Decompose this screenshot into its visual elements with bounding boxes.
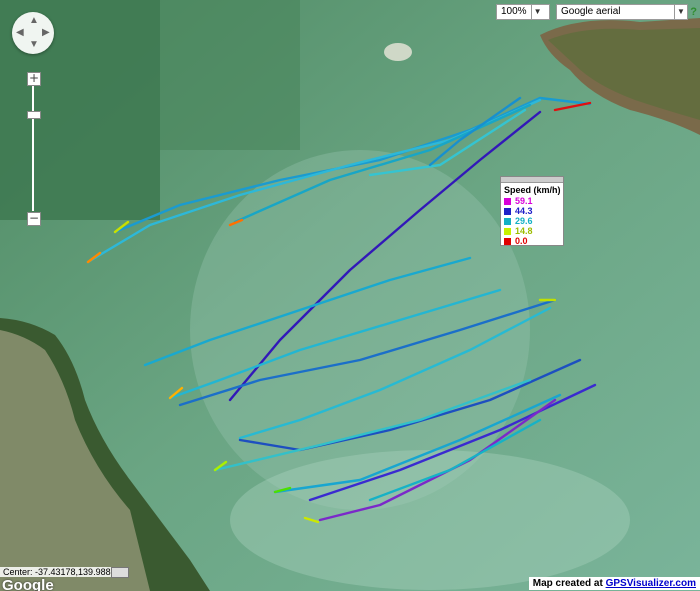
shoal-area [160,0,300,150]
legend-entry: 44.3 [501,206,563,216]
aerial-imagery [0,0,700,591]
zoom-out-icon[interactable]: − [27,212,41,226]
chevron-down-icon[interactable]: ▼ [530,5,544,19]
legend-entry: 29.6 [501,216,563,226]
legend-label: 29.6 [515,216,533,226]
map-center-coordinates: Center: -37.43178,139.98896 [0,567,124,577]
legend-swatch [504,227,511,235]
speed-legend: Speed (km/h) 59.1 44.3 29.6 14.8 0.0 [500,176,564,246]
legend-label: 59.1 [515,196,533,206]
legend-swatch [504,207,511,215]
legend-entry: 14.8 [501,226,563,236]
map-top-controls: 100% ▼ Google aerial ▼ [496,4,688,20]
help-icon[interactable]: ? [690,6,697,18]
chevron-down-icon[interactable]: ▼ [674,5,687,19]
legend-swatch [504,217,511,225]
shallow-water [230,450,630,590]
map-canvas[interactable]: ▲ ▼ ◀ ▶ + − 100% ▼ Google aerial ▼ ? Spe… [0,0,700,591]
legend-entry: 59.1 [501,196,563,206]
zoom-level-value: 100% [501,6,527,17]
legend-entry: 0.0 [501,236,563,246]
pan-control-icon[interactable]: ▲ ▼ ◀ ▶ [12,12,54,54]
zoom-in-icon[interactable]: + [27,72,41,86]
gpsvisualizer-link[interactable]: GPSVisualizer.com [606,578,696,589]
zoom-slider-track[interactable] [32,86,34,211]
legend-swatch [504,237,511,245]
map-type-select[interactable]: Google aerial ▼ [556,4,688,20]
legend-label: 14.8 [515,226,533,236]
legend-label: 0.0 [515,236,528,246]
map-type-value: Google aerial [561,6,621,17]
legend-label: 44.3 [515,206,533,216]
scale-toggle-button[interactable] [111,567,129,578]
island [384,43,412,61]
google-logo: Google [2,577,54,591]
credit-prefix: Map created at [532,578,606,589]
legend-swatch [504,197,511,205]
zoom-level-select[interactable]: 100% ▼ [496,4,550,20]
map-credit: Map created at GPSVisualizer.com [528,577,700,590]
legend-title: Speed (km/h) [504,185,561,195]
zoom-slider-handle[interactable] [27,111,41,119]
